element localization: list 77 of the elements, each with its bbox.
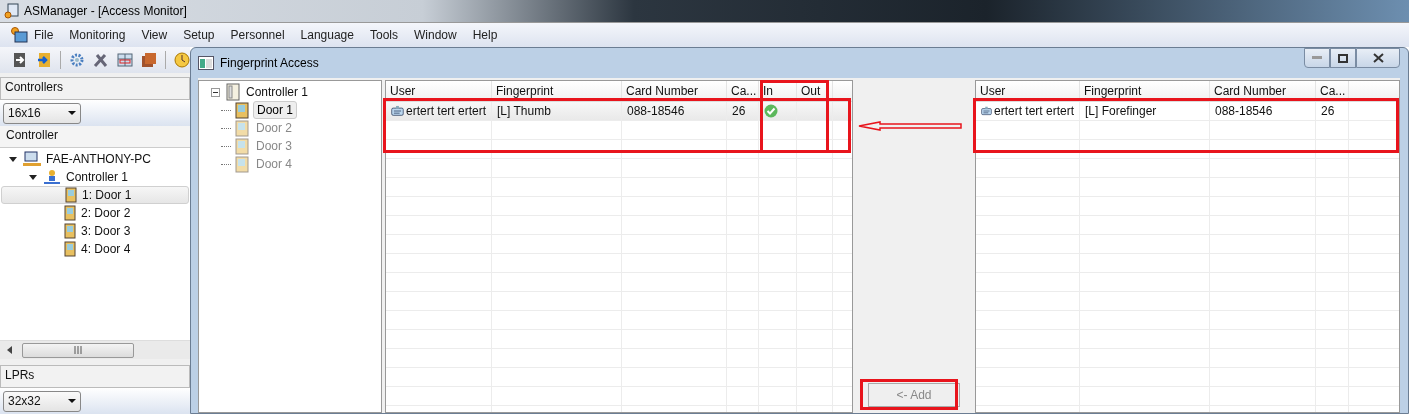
clock-icon[interactable]	[174, 52, 190, 68]
tree-item[interactable]: 4: Door 4	[81, 242, 131, 256]
exit-icon[interactable]	[12, 52, 28, 68]
column-header[interactable]: Card Number	[622, 81, 727, 101]
window-icon	[198, 56, 214, 70]
grid-icon[interactable]	[117, 52, 133, 68]
door-icon	[235, 101, 249, 119]
menu-item[interactable]: Language	[292, 28, 362, 42]
expander-icon[interactable]	[8, 154, 18, 164]
column-header[interactable]: Ca...	[727, 81, 759, 101]
collapse-icon[interactable]	[211, 87, 220, 97]
cards-icon[interactable]	[141, 52, 157, 68]
panel-header: LPRs	[0, 365, 190, 388]
menu-item[interactable]: Personnel	[222, 28, 293, 42]
menu-item[interactable]: Help	[464, 28, 506, 42]
close-icon	[1372, 53, 1384, 63]
gear-icon[interactable]	[69, 52, 85, 68]
size-dropdown[interactable]: 16x16	[3, 102, 81, 124]
computer-icon	[23, 151, 41, 167]
scroll-left-icon[interactable]	[6, 346, 14, 354]
table-cell: [L] Forefinger	[1080, 102, 1210, 120]
column-header[interactable]: User	[976, 81, 1080, 101]
column-header[interactable]: Fingerprint	[492, 81, 622, 101]
door-icon	[64, 241, 76, 257]
menu-item[interactable]: File	[28, 28, 62, 42]
tree-item[interactable]: Door 4	[253, 156, 296, 172]
menu-item[interactable]: View	[133, 28, 176, 42]
menu-item[interactable]: Window	[406, 28, 465, 42]
panel-header: Controllers	[0, 77, 190, 100]
app-menu-icon[interactable]	[10, 26, 28, 44]
door-icon	[235, 137, 249, 155]
tree-item[interactable]: Controller 1	[246, 85, 309, 99]
close-button[interactable]	[1356, 48, 1400, 68]
table-cell: 26	[727, 102, 759, 120]
column-header[interactable]: Out	[797, 81, 833, 101]
app-icon	[4, 3, 20, 19]
tree-item[interactable]: FAE-ANTHONY-PC	[46, 152, 151, 166]
table-cell: 088-18546	[1210, 102, 1316, 120]
door-icon	[65, 187, 77, 203]
menu-item[interactable]: Tools	[361, 28, 406, 42]
table-cell: 088-18546	[622, 102, 727, 120]
table-cell: [L] Thumb	[492, 102, 622, 120]
tree-item[interactable]: Door 2	[253, 120, 296, 136]
maximize-icon	[1338, 53, 1348, 63]
child-window-title: Fingerprint Access	[220, 56, 319, 70]
column-header: Controller	[0, 126, 190, 148]
controller-icon	[225, 83, 241, 101]
tree-item[interactable]: 3: Door 3	[81, 224, 131, 238]
tree-item[interactable]: 2: Door 2	[81, 206, 131, 220]
size-dropdown[interactable]: 32x32	[3, 390, 81, 412]
tree-item[interactable]: Controller 1	[66, 170, 129, 184]
id-card-icon	[981, 104, 992, 118]
table-cell: 26	[1316, 102, 1349, 120]
column-header[interactable]: Ca...	[1316, 81, 1349, 101]
id-card-icon	[391, 104, 404, 118]
column-header[interactable]: Fingerprint	[1080, 81, 1210, 101]
column-header[interactable]: User	[386, 81, 492, 101]
column-header[interactable]: In	[759, 81, 797, 101]
expander-icon[interactable]	[28, 172, 38, 182]
menu-item[interactable]: Setup	[175, 28, 223, 42]
door-icon	[235, 119, 249, 137]
check-icon[interactable]	[764, 104, 778, 118]
maximize-button[interactable]	[1330, 48, 1356, 68]
tree-item[interactable]: Door 1	[253, 101, 298, 119]
door-icon	[64, 205, 76, 221]
network-icon	[43, 169, 61, 185]
menu-item[interactable]: Monitoring	[61, 28, 134, 42]
door-icon	[64, 223, 76, 239]
table-cell: ertert tert ertert	[405, 104, 486, 118]
tree-item[interactable]: Door 3	[253, 138, 296, 154]
door-icon	[235, 155, 249, 173]
column-header[interactable]: Card Number	[1210, 81, 1316, 101]
login-icon[interactable]	[36, 52, 52, 68]
minimize-icon	[1312, 56, 1322, 60]
scrollbar-thumb[interactable]	[22, 342, 134, 358]
window-title: ASManager - [Access Monitor]	[24, 4, 187, 18]
table-cell: ertert tert ertert	[993, 104, 1074, 118]
